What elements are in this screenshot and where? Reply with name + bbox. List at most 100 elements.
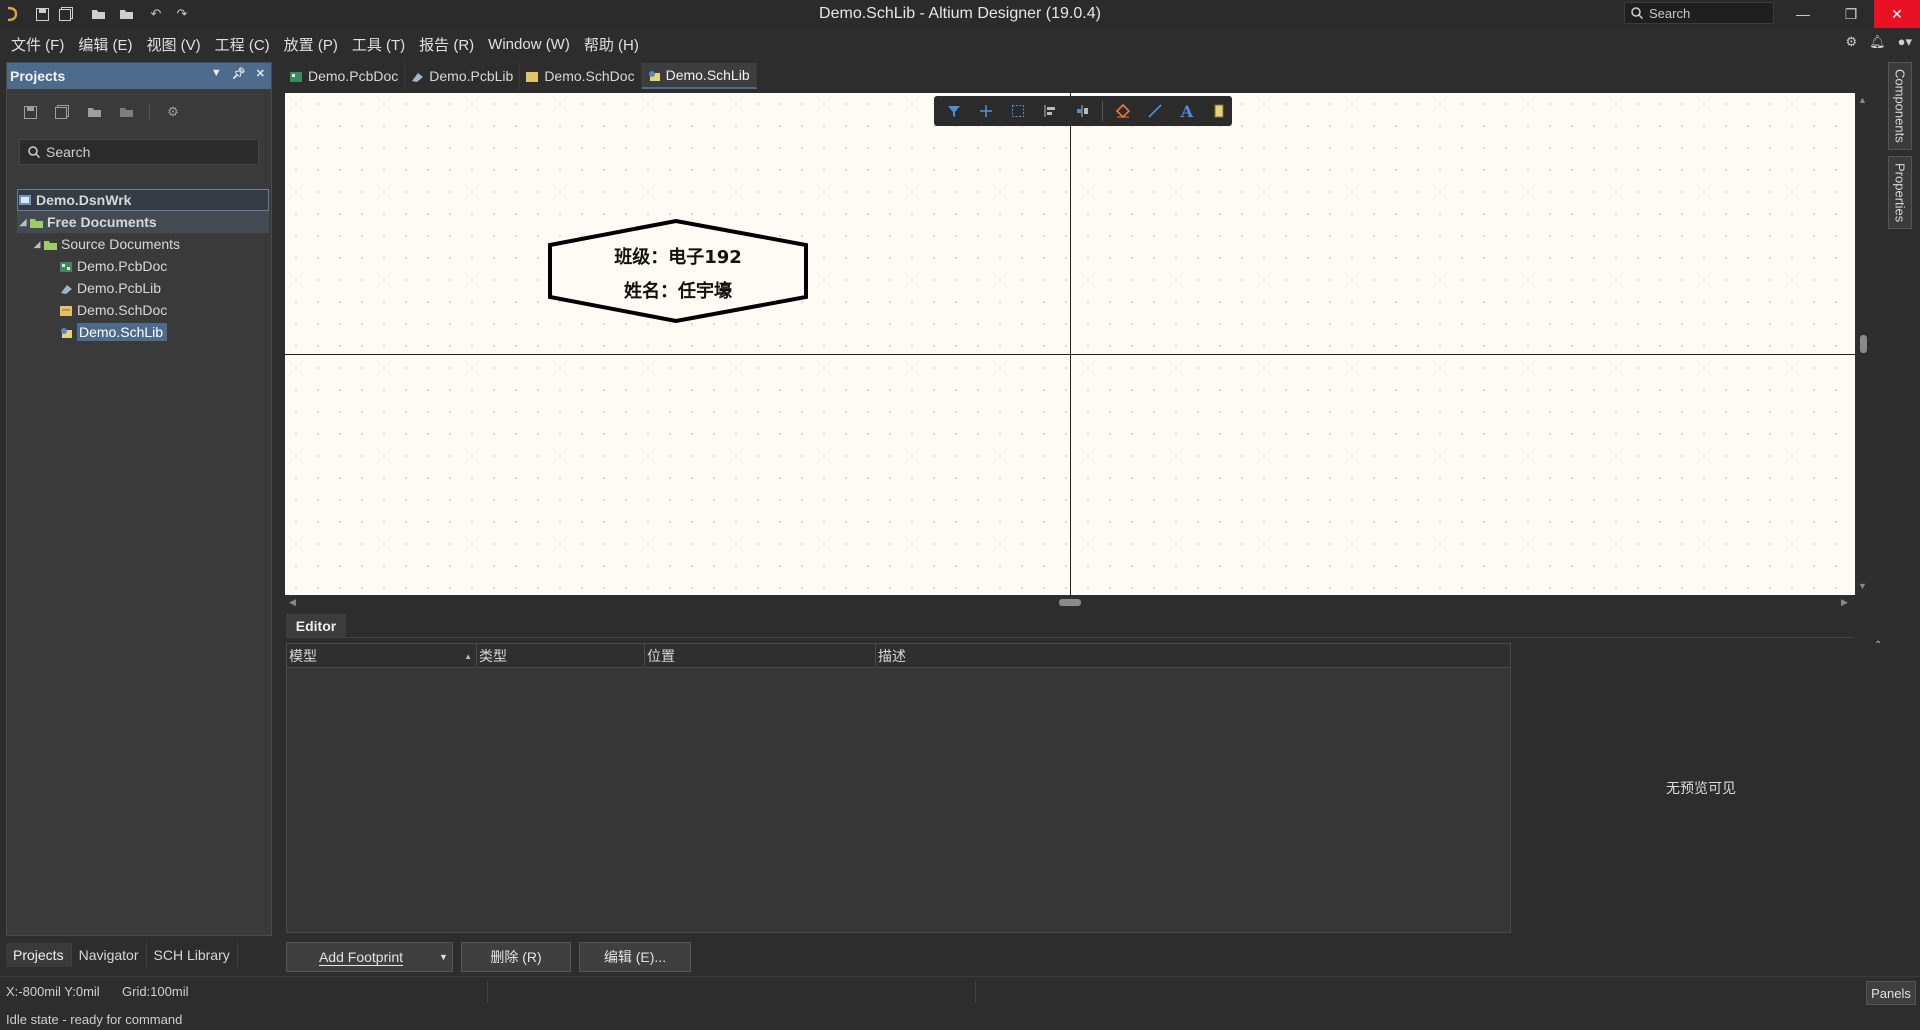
tab-editor[interactable]: Editor [286, 614, 346, 638]
projects-toolbar: ⚙ [7, 89, 271, 135]
collapse-arrow-icon[interactable]: ◢ [17, 217, 29, 228]
tab-projects[interactable]: Projects [6, 943, 72, 967]
gear-icon[interactable]: ⚙ [164, 103, 182, 121]
tree-item-label: Demo.PcbLib [77, 280, 162, 296]
projects-panel: Projects ▼ 📌︎ ✕ ⚙ Search Demo.DsnWrk ◢ F… [6, 62, 272, 936]
tab-sch-library[interactable]: SCH Library [147, 943, 238, 967]
menu-window[interactable]: Window (W) [481, 36, 577, 53]
save-icon[interactable] [21, 103, 39, 121]
save-all-icon[interactable] [56, 4, 76, 24]
scroll-right-icon[interactable]: ▶ [1841, 597, 1848, 608]
component-text-name: 姓名：任宇壕 [624, 281, 732, 302]
column-header-location[interactable]: 位置 [645, 644, 876, 668]
tree-item-pcblib[interactable]: Demo.PcbLib [17, 277, 269, 299]
search-placeholder: Search [1649, 5, 1691, 21]
column-header-model[interactable]: 模型 ▲ [287, 644, 477, 668]
collapse-icon[interactable]: ⌃ [1874, 640, 1882, 651]
scroll-thumb[interactable] [1860, 335, 1867, 353]
tree-item-label: Free Documents [47, 214, 157, 230]
add-footprint-button[interactable]: Add Footprint [286, 942, 436, 972]
save-icon[interactable] [32, 4, 52, 24]
doc-tab-pcblib[interactable]: Demo.PcbLib [405, 63, 521, 89]
pcbdoc-icon [59, 260, 74, 273]
scroll-down-icon[interactable]: ▼ [1858, 581, 1867, 591]
tree-item-schdoc[interactable]: Demo.SchDoc [17, 299, 269, 321]
tab-label: Properties [1892, 162, 1908, 222]
compile-icon[interactable] [53, 103, 71, 121]
doc-tab-pcbdoc[interactable]: Demo.PcbDoc [284, 63, 406, 89]
menu-edit[interactable]: 编辑 (E) [71, 34, 139, 55]
doc-tab-label: Demo.SchDoc [544, 68, 635, 84]
undo-icon[interactable]: ↶ [146, 4, 166, 24]
doc-tab-schdoc[interactable]: Demo.SchDoc [520, 63, 642, 89]
status-coordinates: X:-800mil Y:0mil [6, 984, 100, 999]
add-footprint-dropdown-icon[interactable]: ▼ [435, 942, 453, 972]
pin-icon[interactable]: 📌︎ [232, 67, 246, 80]
tab-label: Components [1892, 69, 1908, 143]
menu-project[interactable]: 工程 (C) [208, 34, 277, 55]
schdoc-icon [59, 304, 74, 317]
tree-item-label: Demo.SchLib [77, 323, 168, 341]
column-header-description[interactable]: 描述 [876, 644, 1510, 668]
align-icon[interactable] [1038, 100, 1062, 122]
tree-item-label: Demo.DsnWrk [36, 192, 132, 208]
collapse-arrow-icon[interactable]: ◢ [31, 239, 43, 250]
line-icon[interactable] [1143, 100, 1167, 122]
menu-place[interactable]: 放置 (P) [277, 34, 345, 55]
gear-icon[interactable]: ⚙ [1845, 34, 1857, 50]
projects-search-input[interactable]: Search [19, 139, 259, 165]
open-folder-icon[interactable] [85, 103, 103, 121]
projects-footer-tabs: Projects Navigator SCH Library [6, 943, 238, 967]
minimize-button[interactable]: — [1780, 0, 1826, 28]
user-icon[interactable]: ●▾ [1898, 34, 1912, 50]
panel-menu-icon[interactable]: ▼ [211, 67, 222, 80]
tree-item-free-documents[interactable]: ◢ Free Documents [17, 211, 269, 233]
hexagon-shape [548, 219, 808, 323]
search-icon [1631, 7, 1643, 19]
eraser-icon[interactable] [1111, 100, 1135, 122]
menu-help[interactable]: 帮助 (H) [577, 34, 646, 55]
projects-panel-title: Projects [10, 68, 66, 84]
bell-icon[interactable]: 🔔︎ [1869, 34, 1886, 50]
tree-item-source-documents[interactable]: ◢ Source Documents [17, 233, 269, 255]
column-header-label: 描述 [878, 648, 906, 664]
delete-button[interactable]: 删除 (R) [461, 942, 571, 972]
scroll-left-icon[interactable]: ◀ [289, 597, 296, 608]
status-divider [487, 981, 488, 1003]
menu-view[interactable]: 视图 (V) [140, 34, 208, 55]
text-icon[interactable]: A [1175, 100, 1199, 122]
table-header: 模型 ▲ 类型 位置 描述 [287, 644, 1510, 668]
redo-icon[interactable]: ↷ [172, 4, 192, 24]
panel-close-icon[interactable]: ✕ [256, 67, 265, 80]
filter-icon[interactable] [942, 100, 966, 122]
close-project-icon[interactable] [117, 103, 135, 121]
menu-reports[interactable]: 报告 (R) [412, 34, 481, 55]
component-icon[interactable] [1207, 100, 1231, 122]
global-search-input[interactable]: Search [1624, 2, 1774, 24]
doc-tab-schlib[interactable]: Demo.SchLib [641, 63, 757, 89]
tab-properties[interactable]: Properties [1888, 155, 1912, 229]
scroll-thumb[interactable] [1059, 599, 1081, 606]
move-icon[interactable] [1070, 100, 1094, 122]
horizontal-scrollbar[interactable]: ◀ ▶ [285, 595, 1855, 611]
vertical-scrollbar[interactable]: ▲ ▼ [1855, 93, 1871, 595]
tab-navigator[interactable]: Navigator [72, 943, 147, 967]
open-project-icon[interactable] [116, 4, 136, 24]
close-button[interactable]: ✕ [1874, 0, 1920, 28]
menu-file[interactable]: 文件 (F) [4, 34, 71, 55]
edit-button[interactable]: 编辑 (E)... [579, 942, 691, 972]
restore-button[interactable]: ❐ [1828, 0, 1874, 28]
tree-item-pcbdoc[interactable]: Demo.PcbDoc [17, 255, 269, 277]
schematic-canvas[interactable]: 班级：电子192 姓名：任宇壕 [285, 93, 1855, 595]
menu-tools[interactable]: 工具 (T) [345, 34, 412, 55]
tree-item-workspace[interactable]: Demo.DsnWrk [17, 189, 269, 211]
component-symbol[interactable]: 班级：电子192 姓名：任宇壕 [548, 219, 808, 323]
select-rect-icon[interactable] [1006, 100, 1030, 122]
open-folder-icon[interactable] [88, 4, 108, 24]
column-header-type[interactable]: 类型 [477, 644, 645, 668]
tree-item-schlib[interactable]: Demo.SchLib [17, 321, 269, 343]
tab-components[interactable]: Components [1888, 62, 1912, 150]
scroll-up-icon[interactable]: ▲ [1858, 95, 1867, 105]
add-icon[interactable] [974, 100, 998, 122]
panels-button[interactable]: Panels [1866, 981, 1916, 1005]
